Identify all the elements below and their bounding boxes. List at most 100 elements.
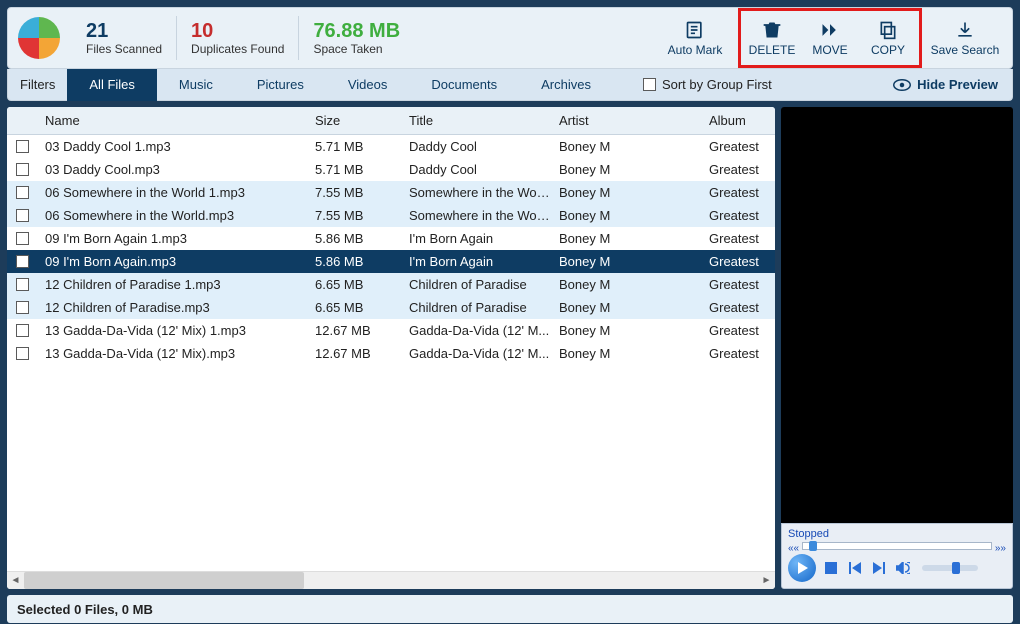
tab-videos[interactable]: Videos (326, 69, 410, 101)
copy-button[interactable]: COPY (859, 13, 917, 63)
cell-artist: Boney M (551, 139, 701, 154)
auto-mark-button[interactable]: Auto Mark (658, 13, 732, 63)
cell-title: I'm Born Again (401, 254, 551, 269)
cell-title: Daddy Cool (401, 162, 551, 177)
space-value: 76.88 MB (313, 20, 400, 42)
col-name[interactable]: Name (37, 113, 307, 128)
play-button[interactable] (788, 554, 816, 582)
row-checkbox[interactable] (16, 347, 29, 360)
duplicates-value: 10 (191, 20, 284, 42)
cell-album: Greatest (701, 162, 775, 177)
table-row[interactable]: 13 Gadda-Da-Vida (12' Mix) 1.mp312.67 MB… (7, 319, 775, 342)
cell-size: 5.71 MB (307, 139, 401, 154)
horizontal-scrollbar[interactable]: ◄ ► (7, 571, 775, 589)
cell-name: 09 I'm Born Again.mp3 (37, 254, 307, 269)
cell-album: Greatest (701, 139, 775, 154)
save-search-label: Save Search (931, 43, 1000, 57)
seek-back-icon[interactable]: «« (788, 543, 799, 554)
sort-by-group-checkbox[interactable]: Sort by Group First (643, 77, 772, 92)
table-row[interactable]: 12 Children of Paradise 1.mp36.65 MBChil… (7, 273, 775, 296)
filters-label: Filters (8, 77, 67, 92)
next-track-button[interactable] (870, 559, 888, 577)
col-size[interactable]: Size (307, 113, 401, 128)
cell-size: 6.65 MB (307, 277, 401, 292)
delete-label: DELETE (749, 43, 796, 57)
table-row[interactable]: 06 Somewhere in the World 1.mp37.55 MBSo… (7, 181, 775, 204)
table-row[interactable]: 09 I'm Born Again 1.mp35.86 MBI'm Born A… (7, 227, 775, 250)
copy-icon (877, 20, 899, 40)
seek-knob[interactable] (809, 541, 817, 551)
scroll-left-icon[interactable]: ◄ (7, 572, 24, 589)
row-checkbox[interactable] (16, 278, 29, 291)
table-row[interactable]: 06 Somewhere in the World.mp37.55 MBSome… (7, 204, 775, 227)
save-search-button[interactable]: Save Search (928, 13, 1002, 63)
volume-slider[interactable] (922, 565, 978, 571)
row-checkbox[interactable] (16, 140, 29, 153)
status-bar: Selected 0 Files, 0 MB (7, 595, 1013, 623)
prev-track-button[interactable] (846, 559, 864, 577)
selection-status: Selected 0 Files, 0 MB (17, 602, 153, 617)
hide-preview-button[interactable]: Hide Preview (893, 77, 1012, 92)
cell-title: Gadda-Da-Vida (12' M... (401, 323, 551, 338)
table-row[interactable]: 13 Gadda-Da-Vida (12' Mix).mp312.67 MBGa… (7, 342, 775, 365)
table-row[interactable]: 03 Daddy Cool 1.mp35.71 MBDaddy CoolBone… (7, 135, 775, 158)
delete-button[interactable]: DELETE (743, 13, 801, 63)
table-row[interactable]: 03 Daddy Cool.mp35.71 MBDaddy CoolBoney … (7, 158, 775, 181)
cell-title: Somewhere in the Wor... (401, 208, 551, 223)
main-area: Name Size Title Artist Album 03 Daddy Co… (7, 107, 1013, 589)
cell-size: 5.86 MB (307, 231, 401, 246)
cell-album: Greatest (701, 231, 775, 246)
col-title[interactable]: Title (401, 113, 551, 128)
tab-music[interactable]: Music (157, 69, 235, 101)
row-checkbox[interactable] (16, 163, 29, 176)
media-player: Stopped «« »» (781, 523, 1013, 589)
list-check-icon (684, 20, 706, 40)
cell-album: Greatest (701, 323, 775, 338)
cell-size: 5.86 MB (307, 254, 401, 269)
cell-name: 03 Daddy Cool 1.mp3 (37, 139, 307, 154)
tab-all-files[interactable]: All Files (67, 69, 157, 101)
tab-archives[interactable]: Archives (519, 69, 613, 101)
stop-button[interactable] (822, 559, 840, 577)
tab-documents[interactable]: Documents (409, 69, 519, 101)
eye-icon (893, 79, 911, 91)
row-checkbox[interactable] (16, 186, 29, 199)
scroll-thumb[interactable] (24, 572, 304, 589)
cell-album: Greatest (701, 254, 775, 269)
scroll-right-icon[interactable]: ► (758, 572, 775, 589)
col-artist[interactable]: Artist (551, 113, 701, 128)
cell-name: 06 Somewhere in the World 1.mp3 (37, 185, 307, 200)
hide-preview-label: Hide Preview (917, 77, 998, 92)
duplicates-label: Duplicates Found (191, 42, 284, 56)
cell-title: I'm Born Again (401, 231, 551, 246)
seek-bar[interactable] (802, 542, 992, 550)
action-group-highlight: DELETE MOVE COPY (738, 8, 922, 68)
trash-icon (761, 20, 783, 40)
move-label: MOVE (812, 43, 847, 57)
cell-title: Daddy Cool (401, 139, 551, 154)
cell-title: Children of Paradise (401, 300, 551, 315)
seek-fwd-icon[interactable]: »» (995, 543, 1006, 554)
row-checkbox[interactable] (16, 232, 29, 245)
preview-panel: Stopped «« »» (781, 107, 1013, 589)
cell-size: 12.67 MB (307, 323, 401, 338)
cell-title: Somewhere in the Wor... (401, 185, 551, 200)
files-scanned-value: 21 (86, 20, 162, 42)
copy-label: COPY (871, 43, 905, 57)
row-checkbox[interactable] (16, 255, 29, 268)
tab-pictures[interactable]: Pictures (235, 69, 326, 101)
move-button[interactable]: MOVE (801, 13, 859, 63)
auto-mark-label: Auto Mark (668, 43, 723, 57)
row-checkbox[interactable] (16, 301, 29, 314)
row-checkbox[interactable] (16, 209, 29, 222)
volume-icon[interactable] (894, 559, 912, 577)
col-album[interactable]: Album (701, 113, 775, 128)
table-row[interactable]: 09 I'm Born Again.mp35.86 MBI'm Born Aga… (7, 250, 775, 273)
volume-knob[interactable] (952, 562, 960, 574)
row-checkbox[interactable] (16, 324, 29, 337)
sort-by-group-label: Sort by Group First (662, 77, 772, 92)
cell-artist: Boney M (551, 277, 701, 292)
cell-artist: Boney M (551, 300, 701, 315)
files-scanned-label: Files Scanned (86, 42, 162, 56)
table-row[interactable]: 12 Children of Paradise.mp36.65 MBChildr… (7, 296, 775, 319)
